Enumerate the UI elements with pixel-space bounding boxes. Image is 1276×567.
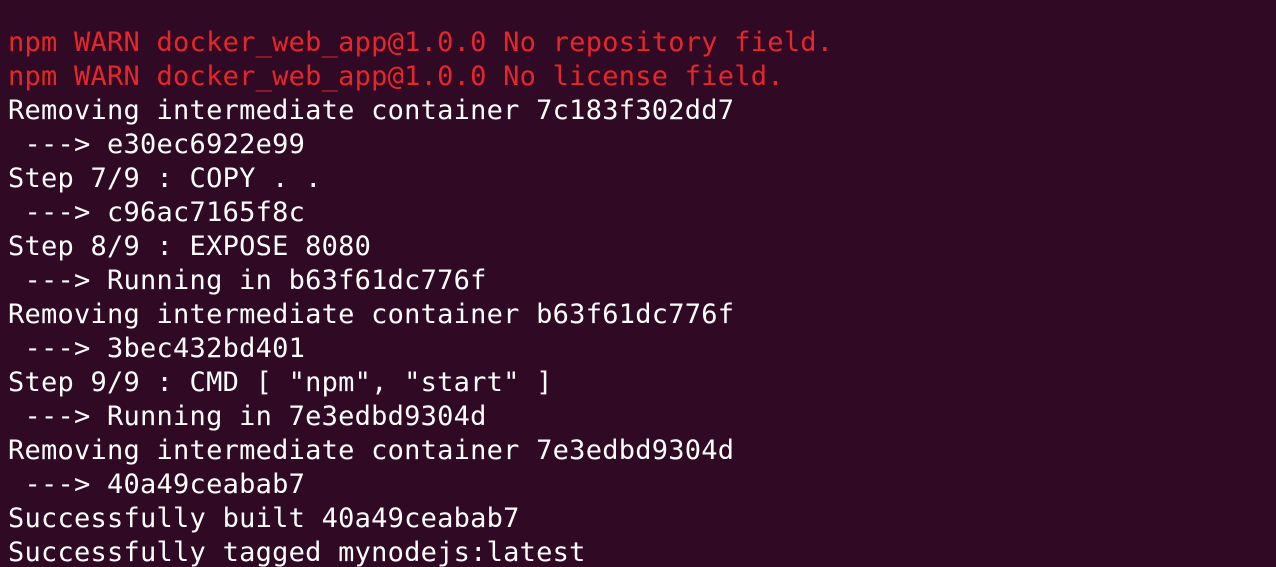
- tag-success-line: Successfully tagged mynodejs:latest: [8, 537, 586, 567]
- npm-warning-line: npm WARN docker_web_app@1.0.0 No reposit…: [8, 27, 834, 58]
- output-line: ---> c96ac7165f8c: [8, 197, 306, 228]
- output-line: Removing intermediate container b63f61dc…: [8, 299, 735, 330]
- build-step-line: Step 9/9 : CMD [ "npm", "start" ]: [8, 367, 553, 398]
- build-step-line: Step 7/9 : COPY . .: [8, 163, 322, 194]
- output-line: ---> 3bec432bd401: [8, 333, 306, 364]
- build-step-line: Step 8/9 : EXPOSE 8080: [8, 231, 372, 262]
- output-line: ---> 40a49ceabab7: [8, 469, 306, 500]
- build-success-line: Successfully built 40a49ceabab7: [8, 503, 520, 534]
- terminal-window[interactable]: npm WARN docker_web_app@1.0.0 No reposit…: [0, 0, 1276, 567]
- output-line: ---> e30ec6922e99: [8, 129, 306, 160]
- output-line: Removing intermediate container 7e3edbd9…: [8, 435, 735, 466]
- npm-warning-line: npm WARN docker_web_app@1.0.0 No license…: [8, 61, 784, 92]
- output-line: ---> Running in b63f61dc776f: [8, 265, 487, 296]
- output-line: ---> Running in 7e3edbd9304d: [8, 401, 487, 432]
- output-line: Removing intermediate container 7c183f30…: [8, 95, 735, 126]
